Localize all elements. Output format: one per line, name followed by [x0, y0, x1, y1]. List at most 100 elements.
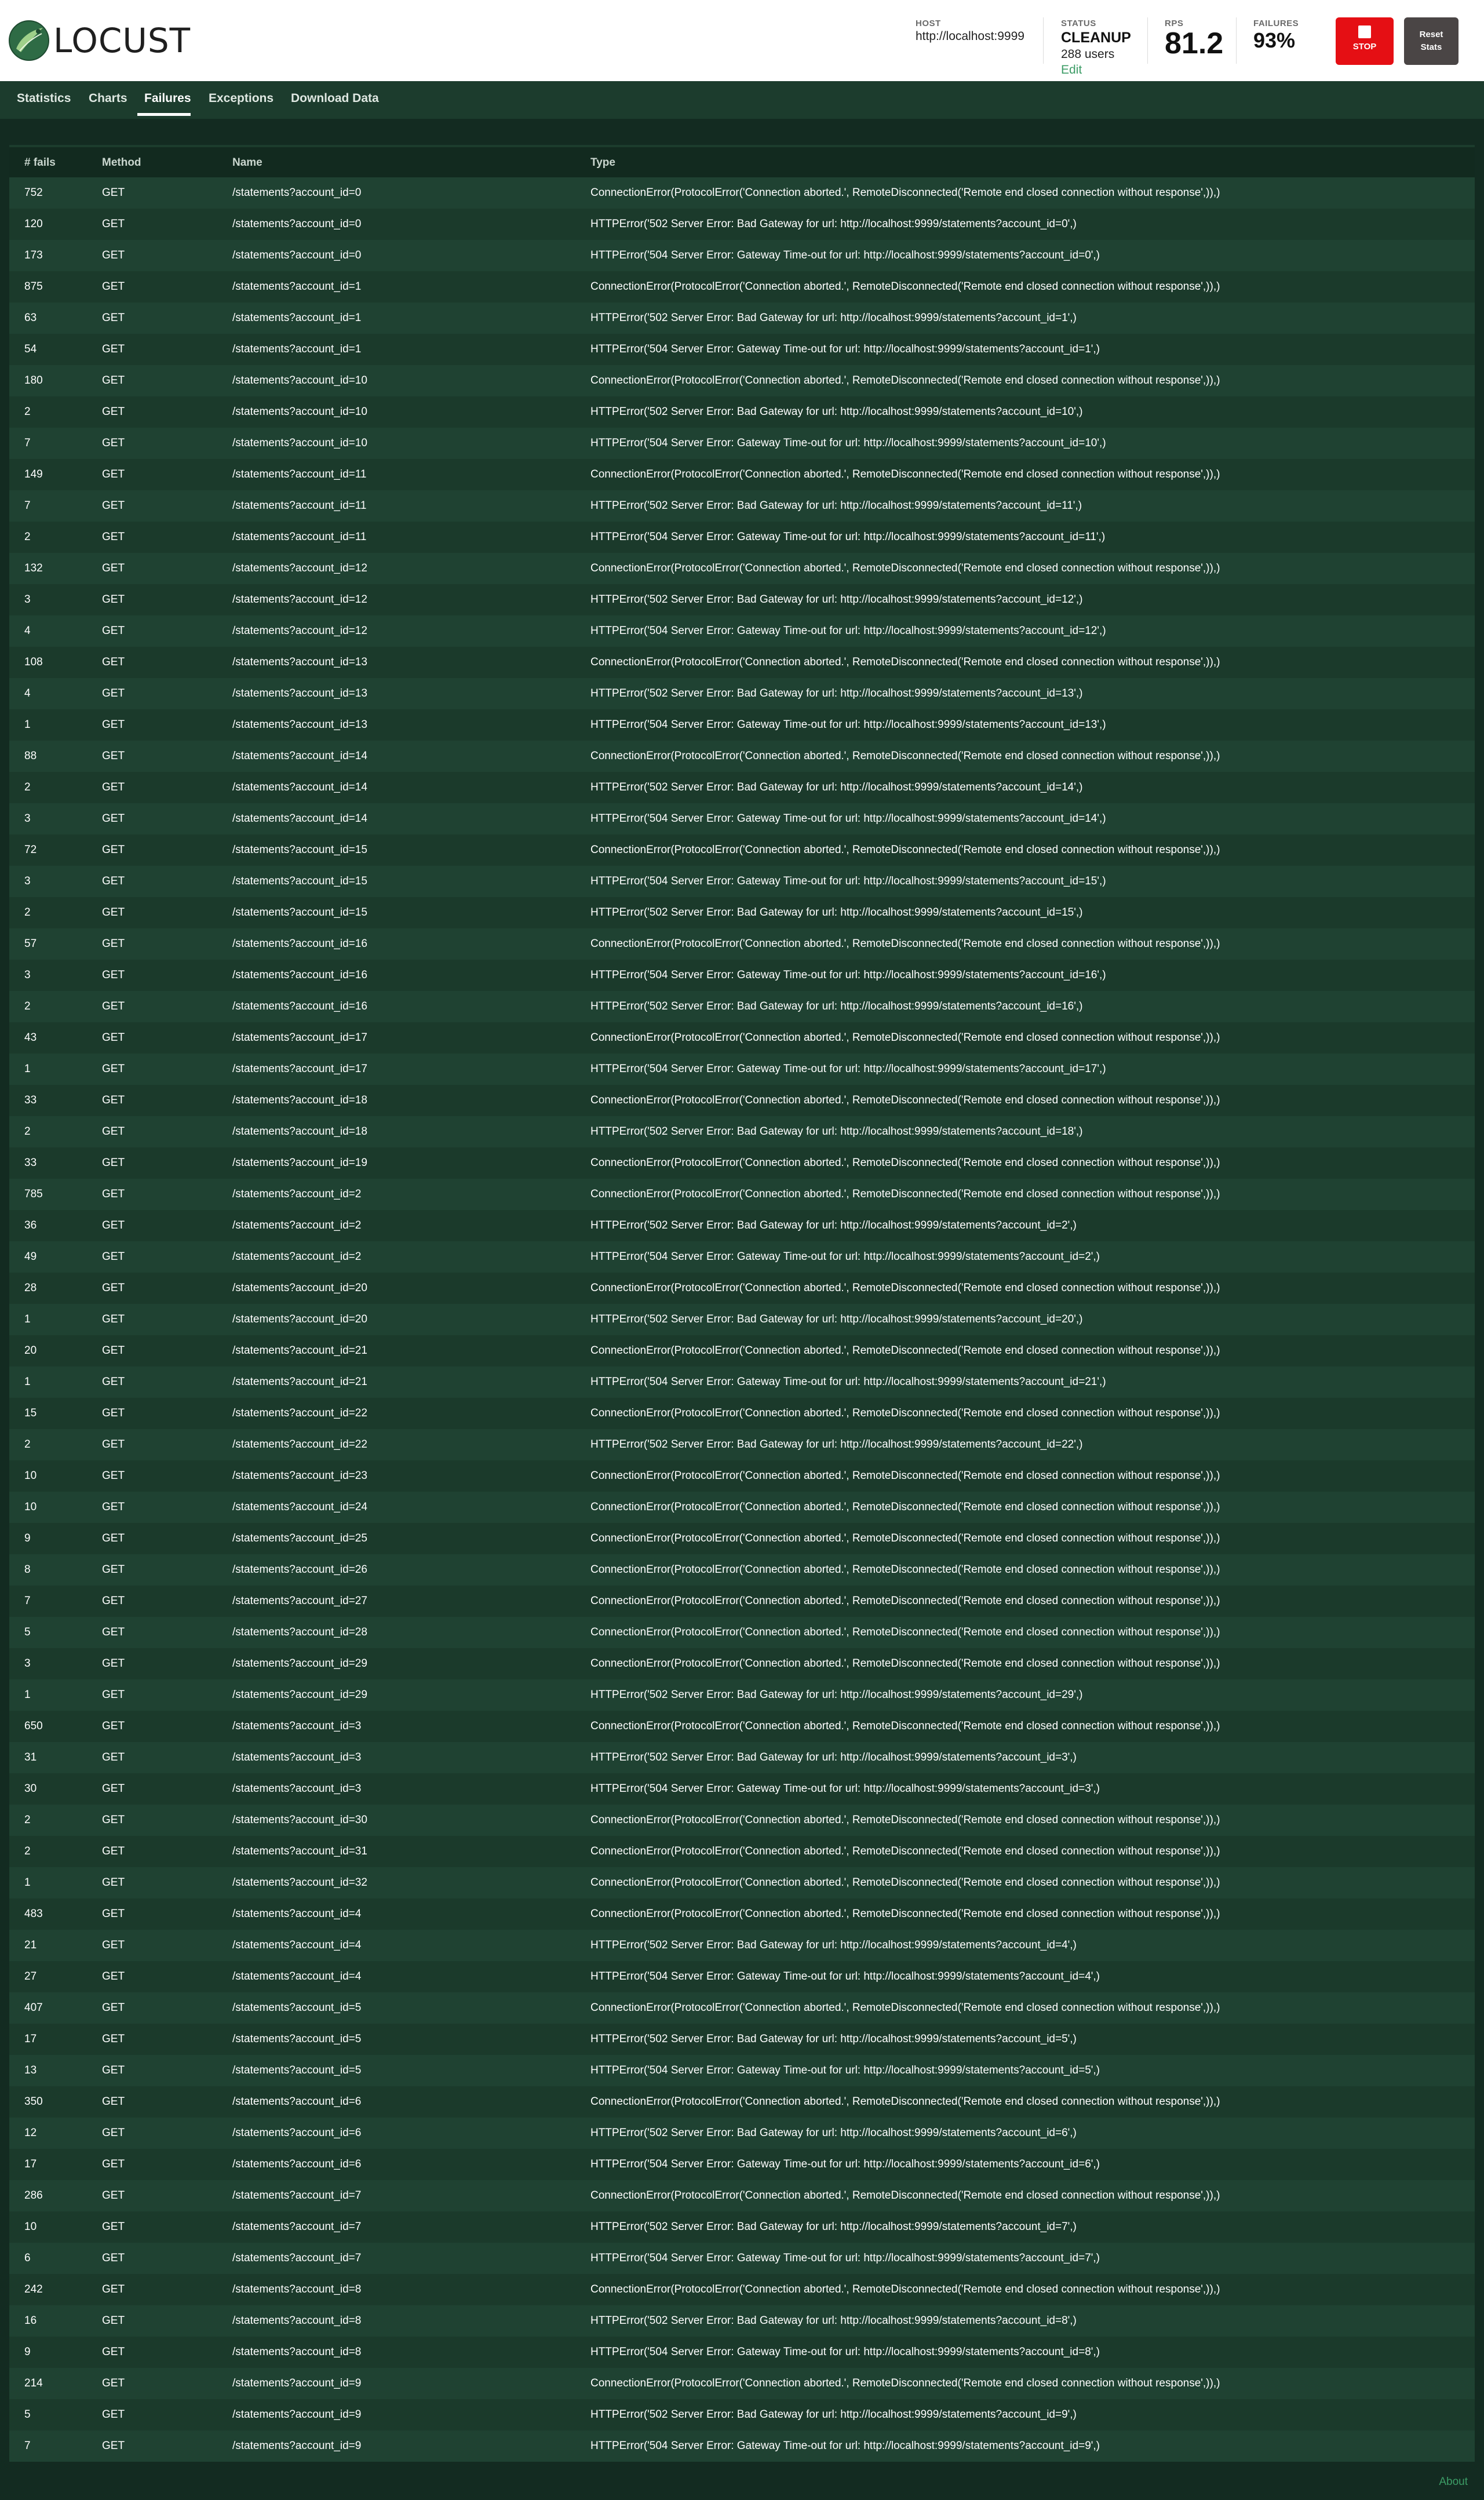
table-row: 2 GET/statements?account_id=30 ConnectionE…	[9, 1805, 1475, 1836]
name-cell: /statements?account_id=4	[232, 1970, 362, 1982]
table-row: 17 GET/statements?account_id=6 HTTPError('…	[9, 2149, 1475, 2180]
tab-charts[interactable]: Charts	[89, 92, 127, 105]
method-cell: GET	[102, 2408, 125, 2421]
failures-label: FAILURES	[1253, 19, 1299, 28]
method-cell: GET	[102, 1501, 125, 1513]
fails-cell: 752	[24, 187, 43, 199]
fails-cell: 7	[24, 500, 31, 512]
name-cell: /statements?account_id=14	[232, 812, 367, 825]
name-cell: /statements?account_id=15	[232, 906, 367, 919]
column-header-fails[interactable]: # fails	[24, 156, 56, 169]
table-row: 483 GET/statements?account_id=4 Connection…	[9, 1898, 1475, 1930]
table-row: 5 GET/statements?account_id=28 ConnectionE…	[9, 1617, 1475, 1648]
tab-exceptions[interactable]: Exceptions	[209, 92, 274, 105]
method-cell: GET	[102, 1720, 125, 1732]
type-cell: HTTPError('502 Server Error: Bad Gateway…	[590, 1939, 1077, 1951]
type-cell: ConnectionError(ProtocolError('Connectio…	[590, 1188, 1220, 1200]
method-cell: GET	[102, 1595, 125, 1607]
tab-download-data[interactable]: Download Data	[291, 92, 379, 105]
method-cell: GET	[102, 719, 125, 731]
table-row: 173 GET/statements?account_id=0 HTTPError(…	[9, 240, 1475, 271]
table-row: 1 GET/statements?account_id=20 HTTPError('…	[9, 1304, 1475, 1335]
type-cell: HTTPError('504 Server Error: Gateway Tim…	[590, 2158, 1100, 2170]
name-cell: /statements?account_id=0	[232, 218, 362, 230]
table-row: 2 GET/statements?account_id=22 HTTPError('…	[9, 1429, 1475, 1460]
name-cell: /statements?account_id=29	[232, 1689, 367, 1701]
name-cell: /statements?account_id=16	[232, 938, 367, 950]
type-cell: HTTPError('504 Server Error: Gateway Tim…	[590, 1970, 1100, 1982]
fails-cell: 30	[24, 1783, 37, 1795]
name-cell: /statements?account_id=9	[232, 2440, 362, 2452]
fails-cell: 13	[24, 2064, 37, 2076]
type-cell: HTTPError('502 Server Error: Bad Gateway…	[590, 500, 1082, 512]
fails-cell: 54	[24, 343, 37, 355]
about-link[interactable]: About	[1439, 2476, 1468, 2488]
method-cell: GET	[102, 1438, 125, 1451]
fails-cell: 2	[24, 1000, 31, 1012]
fails-cell: 2	[24, 906, 31, 919]
name-cell: /statements?account_id=28	[232, 1626, 367, 1638]
name-cell: /statements?account_id=10	[232, 437, 367, 449]
type-cell: HTTPError('502 Server Error: Bad Gateway…	[590, 2127, 1077, 2139]
method-cell: GET	[102, 1376, 125, 1388]
column-header-type[interactable]: Type	[590, 156, 615, 169]
type-cell: ConnectionError(ProtocolError('Connectio…	[590, 1501, 1220, 1513]
type-cell: ConnectionError(ProtocolError('Connectio…	[590, 374, 1220, 387]
rps-block: RPS 81.2	[1165, 19, 1223, 61]
fails-cell: 1	[24, 1876, 31, 1889]
name-cell: /statements?account_id=15	[232, 844, 367, 856]
type-cell: HTTPError('502 Server Error: Bad Gateway…	[590, 2408, 1077, 2421]
table-row: 4 GET/statements?account_id=13 HTTPError('…	[9, 678, 1475, 709]
tab-failures[interactable]: Failures	[144, 92, 191, 105]
type-cell: HTTPError('504 Server Error: Gateway Tim…	[590, 1783, 1100, 1795]
edit-users-link[interactable]: Edit	[1061, 63, 1131, 77]
type-cell: ConnectionError(ProtocolError('Connectio…	[590, 2096, 1220, 2108]
name-cell: /statements?account_id=19	[232, 1157, 367, 1169]
name-cell: /statements?account_id=10	[232, 374, 367, 387]
type-cell: HTTPError('502 Server Error: Bad Gateway…	[590, 781, 1083, 793]
type-cell: ConnectionError(ProtocolError('Connectio…	[590, 1908, 1220, 1920]
fails-cell: 9	[24, 1532, 31, 1544]
table-row: 9 GET/statements?account_id=8 HTTPError('5…	[9, 2337, 1475, 2368]
status-label: STATUS	[1061, 19, 1096, 28]
fails-cell: 3	[24, 875, 31, 887]
method-cell: GET	[102, 1908, 125, 1920]
name-cell: /statements?account_id=5	[232, 2064, 362, 2076]
fails-cell: 2	[24, 1814, 31, 1826]
name-cell: /statements?account_id=3	[232, 1783, 362, 1795]
type-cell: ConnectionError(ProtocolError('Connectio…	[590, 187, 1220, 199]
table-row: 7 GET/statements?account_id=10 HTTPError('…	[9, 428, 1475, 459]
type-cell: ConnectionError(ProtocolError('Connectio…	[590, 468, 1220, 480]
host-block: HOST http://localhost:9999	[916, 19, 1024, 43]
locust-logo[interactable]: LOCUST	[8, 17, 191, 64]
reset-stats-label-line1: Reset	[1419, 30, 1443, 39]
method-cell: GET	[102, 437, 125, 449]
table-row: 43 GET/statements?account_id=17 Connection…	[9, 1022, 1475, 1054]
method-cell: GET	[102, 280, 125, 293]
header-divider	[1236, 17, 1237, 64]
column-header-method[interactable]: Method	[102, 156, 141, 169]
reset-stats-button[interactable]: Reset Stats	[1404, 17, 1459, 65]
fails-cell: 2	[24, 1438, 31, 1451]
name-cell: /statements?account_id=2	[232, 1251, 362, 1263]
type-cell: ConnectionError(ProtocolError('Connectio…	[590, 280, 1220, 293]
method-cell: GET	[102, 1157, 125, 1169]
method-cell: GET	[102, 1063, 125, 1075]
name-cell: /statements?account_id=13	[232, 719, 367, 731]
type-cell: HTTPError('502 Server Error: Bad Gateway…	[590, 1438, 1083, 1451]
fails-cell: 9	[24, 2346, 31, 2358]
table-row: 10 GET/statements?account_id=7 HTTPError('…	[9, 2211, 1475, 2243]
name-cell: /statements?account_id=0	[232, 249, 362, 261]
stop-button[interactable]: STOP	[1336, 17, 1394, 65]
table-row: 17 GET/statements?account_id=5 HTTPError('…	[9, 2024, 1475, 2055]
type-cell: HTTPError('504 Server Error: Gateway Tim…	[590, 969, 1106, 981]
tab-statistics[interactable]: Statistics	[17, 92, 71, 105]
table-row: 3 GET/statements?account_id=16 HTTPError('…	[9, 960, 1475, 991]
column-header-name[interactable]: Name	[232, 156, 262, 169]
method-cell: GET	[102, 750, 125, 762]
type-cell: HTTPError('502 Server Error: Bad Gateway…	[590, 1125, 1083, 1138]
type-cell: HTTPError('504 Server Error: Gateway Tim…	[590, 812, 1106, 825]
type-cell: ConnectionError(ProtocolError('Connectio…	[590, 2002, 1220, 2014]
type-cell: HTTPError('504 Server Error: Gateway Tim…	[590, 249, 1100, 261]
method-cell: GET	[102, 218, 125, 230]
